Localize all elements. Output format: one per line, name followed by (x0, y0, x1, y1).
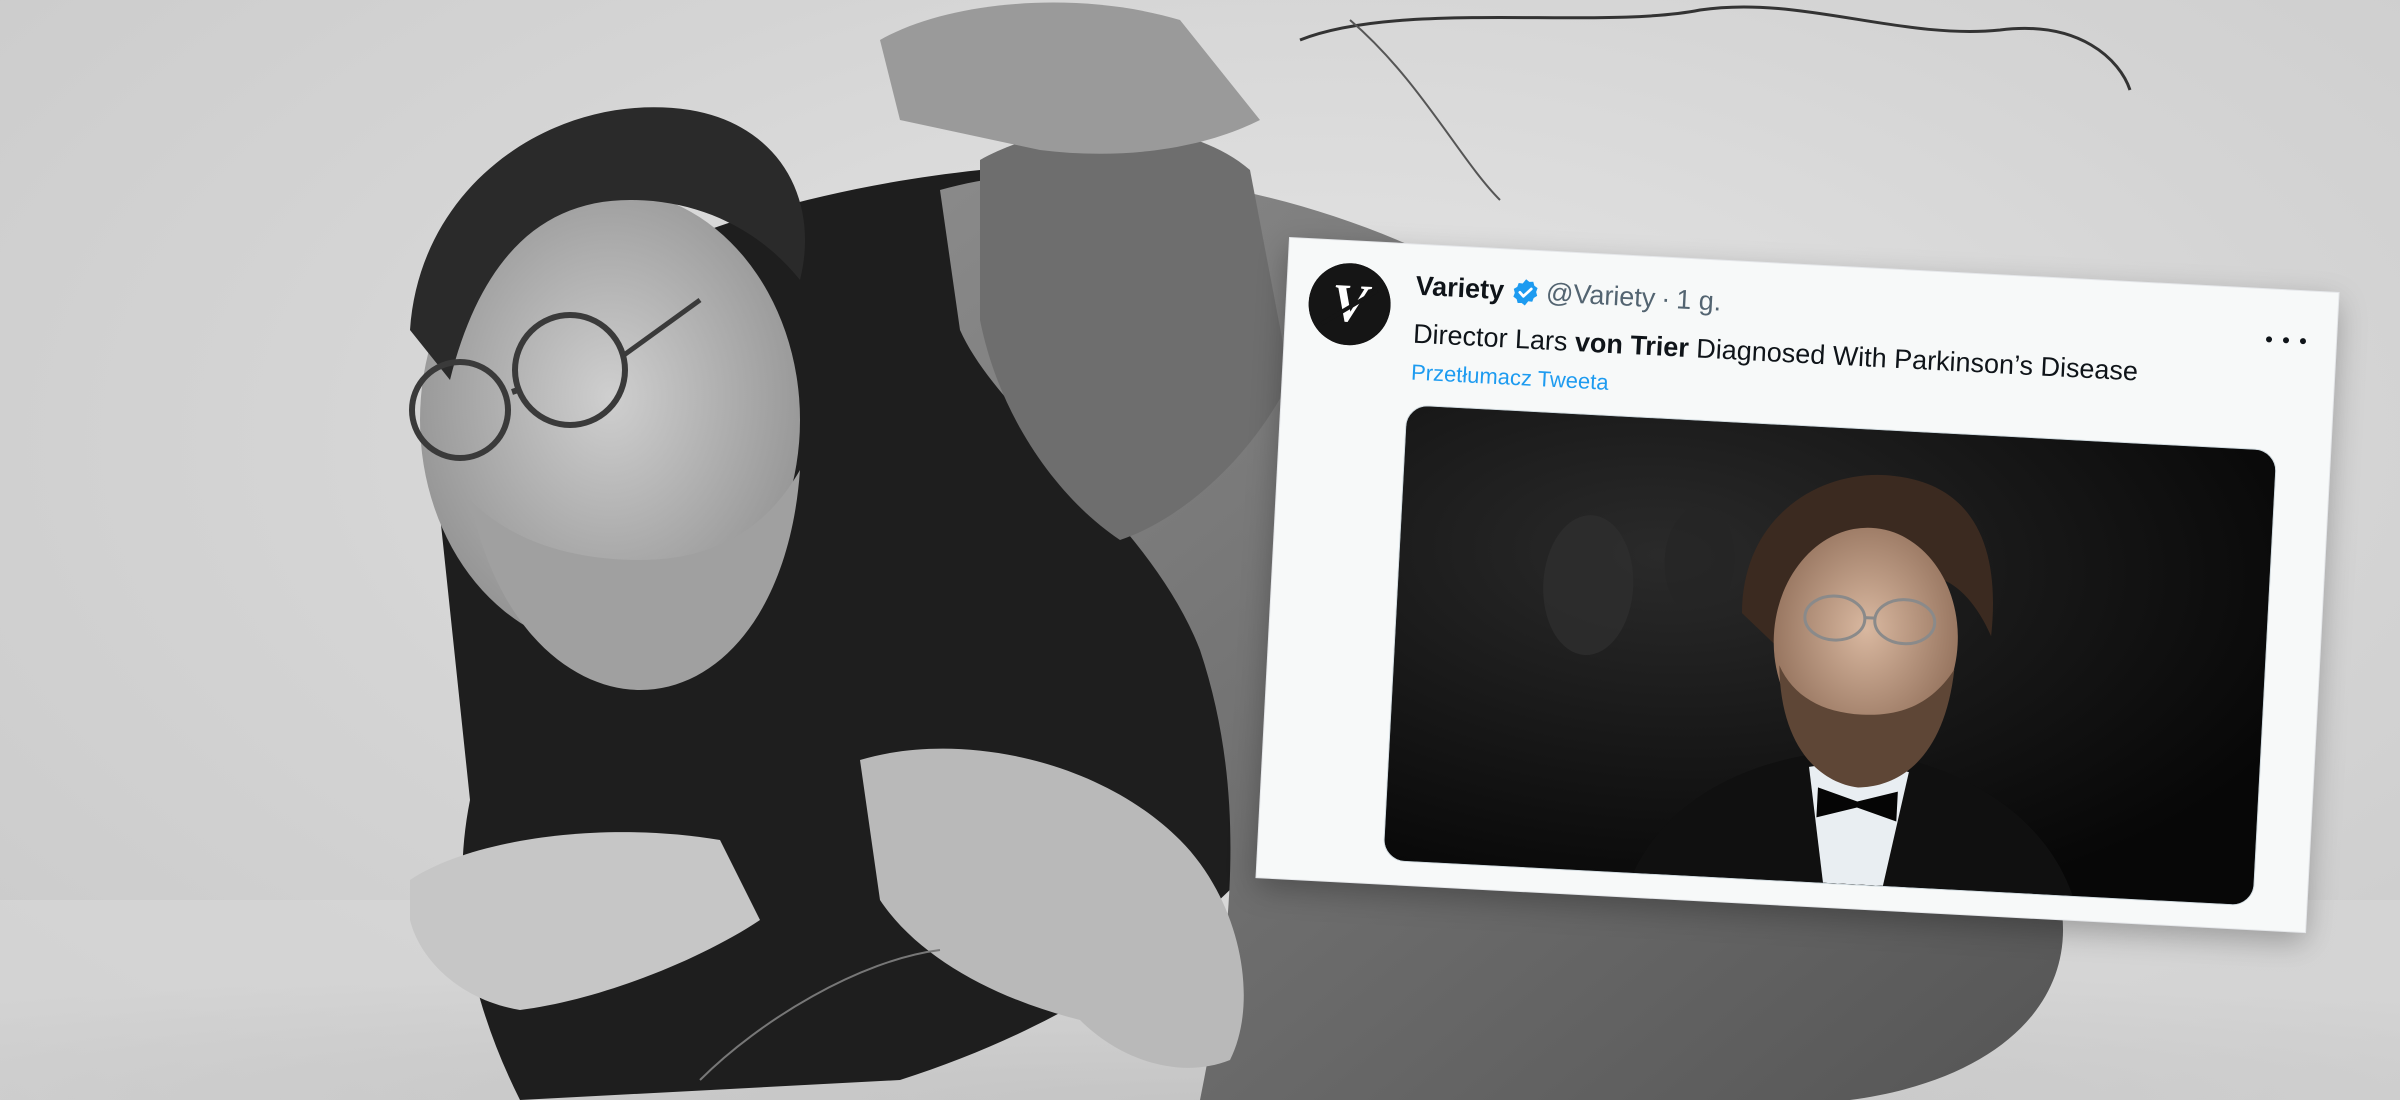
tweet-text-bold: von Trier (1574, 327, 1690, 364)
more-dot (2265, 336, 2273, 343)
more-dot (2299, 338, 2307, 345)
separator-dot: · (1660, 283, 1672, 314)
tweet-photo-illustration (1383, 405, 2277, 906)
author-name[interactable]: Variety (1415, 271, 1505, 307)
author-handle[interactable]: @Variety (1545, 277, 1656, 314)
tweet-header: Variety @Variety · 1 g. (1415, 271, 1722, 318)
tweet-timestamp[interactable]: 1 g. (1675, 284, 1723, 317)
more-options-icon[interactable] (2265, 329, 2307, 351)
tweet-media-photo[interactable] (1382, 404, 2278, 907)
tweet-card[interactable]: V Variety @Variety · 1 g. Director Lars … (1256, 238, 2339, 933)
verified-badge-icon (1509, 276, 1541, 308)
tweet-text-after: Diagnosed With Parkinson’s Disease (1688, 333, 2139, 387)
more-dot (2282, 337, 2290, 344)
translate-tweet-link[interactable]: Przetłumacz Tweeta (1410, 360, 1609, 396)
tweet-text-before: Director Lars (1412, 318, 1576, 358)
background-photo: V Variety @Variety · 1 g. Director Lars … (0, 0, 2400, 1100)
variety-logo-icon: V (1308, 263, 1391, 346)
avatar[interactable]: V (1306, 261, 1393, 348)
